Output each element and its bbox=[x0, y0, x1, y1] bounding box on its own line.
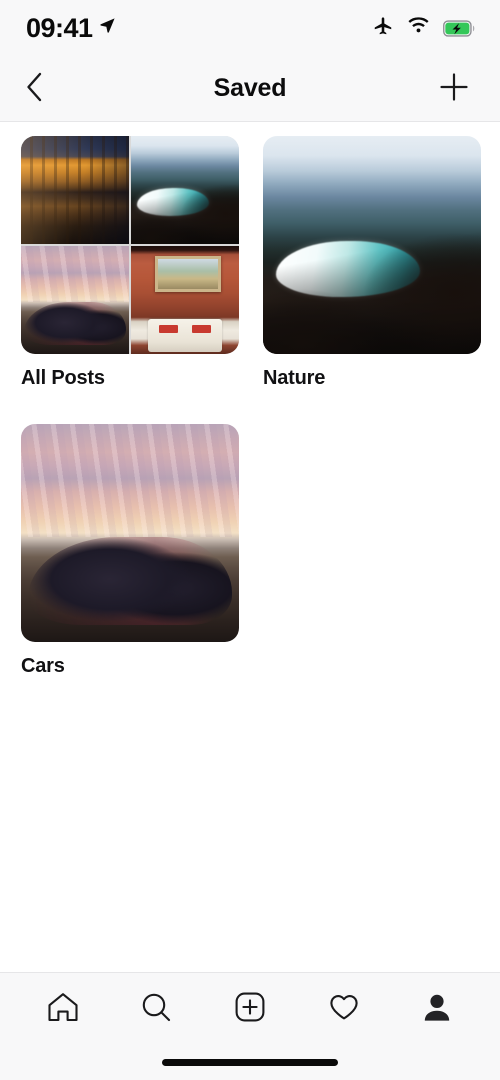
add-post-icon bbox=[232, 989, 268, 1028]
saved-collections-content: All Posts Nature Cars bbox=[0, 122, 500, 972]
thumbnail-tile-car-beach bbox=[21, 246, 129, 354]
collection-card-all-posts[interactable]: All Posts bbox=[21, 136, 239, 390]
search-icon bbox=[138, 989, 174, 1028]
add-collection-button[interactable] bbox=[434, 67, 474, 110]
plus-icon bbox=[438, 71, 470, 106]
status-time: 09:41 bbox=[26, 12, 93, 43]
collection-thumbnail-nature bbox=[263, 136, 481, 354]
status-bar-left: 09:41 bbox=[26, 13, 116, 44]
collection-label: Cars bbox=[21, 655, 65, 677]
location-arrow-icon bbox=[99, 17, 116, 39]
tab-profile[interactable] bbox=[405, 981, 469, 1037]
chevron-left-icon bbox=[22, 70, 48, 107]
diner-table-shape bbox=[148, 319, 222, 352]
thumbnail-tile-diner bbox=[131, 246, 239, 354]
collection-thumbnail-grid bbox=[21, 136, 239, 354]
tab-create[interactable] bbox=[218, 981, 282, 1037]
battery-charging-icon bbox=[443, 19, 476, 37]
app-screen: 09:41 Saved All Posts Nature Cars bbox=[0, 0, 500, 1080]
home-indicator-area bbox=[0, 1044, 500, 1080]
bottom-tab-bar bbox=[0, 972, 500, 1044]
status-bar-right bbox=[372, 15, 476, 42]
collection-label: Nature bbox=[263, 367, 326, 389]
collection-card-cars[interactable]: Cars bbox=[21, 424, 239, 678]
collection-thumbnail-cars bbox=[21, 424, 239, 642]
collection-label: All Posts bbox=[21, 367, 105, 389]
wifi-icon bbox=[407, 16, 430, 40]
back-button[interactable] bbox=[18, 66, 52, 111]
thumbnail-tile-building bbox=[21, 136, 129, 244]
home-icon bbox=[45, 989, 81, 1028]
page-title: Saved bbox=[213, 74, 287, 102]
navigation-header: Saved bbox=[0, 56, 500, 122]
thumbnail-tile-crater-lake bbox=[131, 136, 239, 244]
collections-grid: All Posts Nature Cars bbox=[0, 136, 500, 678]
airplane-mode-icon bbox=[372, 15, 394, 42]
home-indicator[interactable] bbox=[162, 1058, 338, 1066]
collection-card-nature[interactable]: Nature bbox=[263, 136, 481, 390]
status-bar: 09:41 bbox=[0, 0, 500, 56]
tab-activity[interactable] bbox=[312, 981, 376, 1037]
tab-search[interactable] bbox=[124, 981, 188, 1037]
profile-icon bbox=[419, 989, 455, 1028]
diner-placemat-right bbox=[192, 324, 212, 334]
diner-placemat-left bbox=[158, 324, 178, 334]
heart-icon bbox=[326, 989, 362, 1028]
tab-home[interactable] bbox=[31, 981, 95, 1037]
